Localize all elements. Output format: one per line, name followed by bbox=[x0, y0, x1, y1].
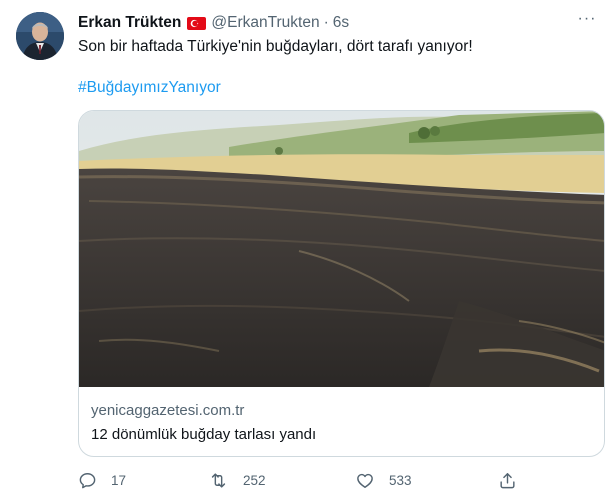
tweet-text: Son bir haftada Türkiye'nin buğdayları, … bbox=[78, 38, 473, 55]
tweet[interactable]: ··· Erkan Trükten @ErkanTrukten · 6s Son… bbox=[0, 0, 614, 495]
heart-icon bbox=[357, 473, 373, 488]
share-button[interactable] bbox=[498, 468, 531, 492]
like-count: 533 bbox=[389, 472, 412, 488]
retweet-count: 252 bbox=[243, 472, 266, 488]
more-icon[interactable]: ··· bbox=[574, 10, 600, 32]
card-title: 12 dönümlük buğday tarlası yandı bbox=[91, 426, 317, 443]
tweet-header: Erkan Trükten @ErkanTrukten · 6s bbox=[78, 12, 349, 34]
avatar[interactable] bbox=[16, 12, 64, 60]
card-image bbox=[79, 111, 604, 387]
author-name[interactable]: Erkan Trükten bbox=[78, 14, 181, 32]
card-domain: yenicaggazetesi.com.tr bbox=[91, 402, 245, 419]
retweet-button[interactable]: 252 bbox=[208, 468, 266, 492]
share-icon bbox=[500, 472, 515, 488]
turkey-flag-icon bbox=[187, 16, 207, 30]
separator-dot: · bbox=[323, 14, 329, 31]
reply-button[interactable]: 17 bbox=[78, 468, 126, 492]
author-handle[interactable]: @ErkanTrukten bbox=[211, 14, 319, 32]
tweet-time[interactable]: 6s bbox=[333, 14, 349, 32]
hashtag-link[interactable]: #BuğdayımızYanıyor bbox=[78, 79, 221, 97]
retweet-icon bbox=[211, 472, 226, 488]
reply-icon bbox=[79, 472, 96, 488]
link-card[interactable]: yenicaggazetesi.com.tr 12 dönümlük buğda… bbox=[78, 110, 605, 457]
reply-count: 17 bbox=[111, 472, 127, 488]
tweet-actions: 17 252 533 bbox=[78, 468, 518, 492]
like-button[interactable]: 533 bbox=[355, 468, 412, 492]
